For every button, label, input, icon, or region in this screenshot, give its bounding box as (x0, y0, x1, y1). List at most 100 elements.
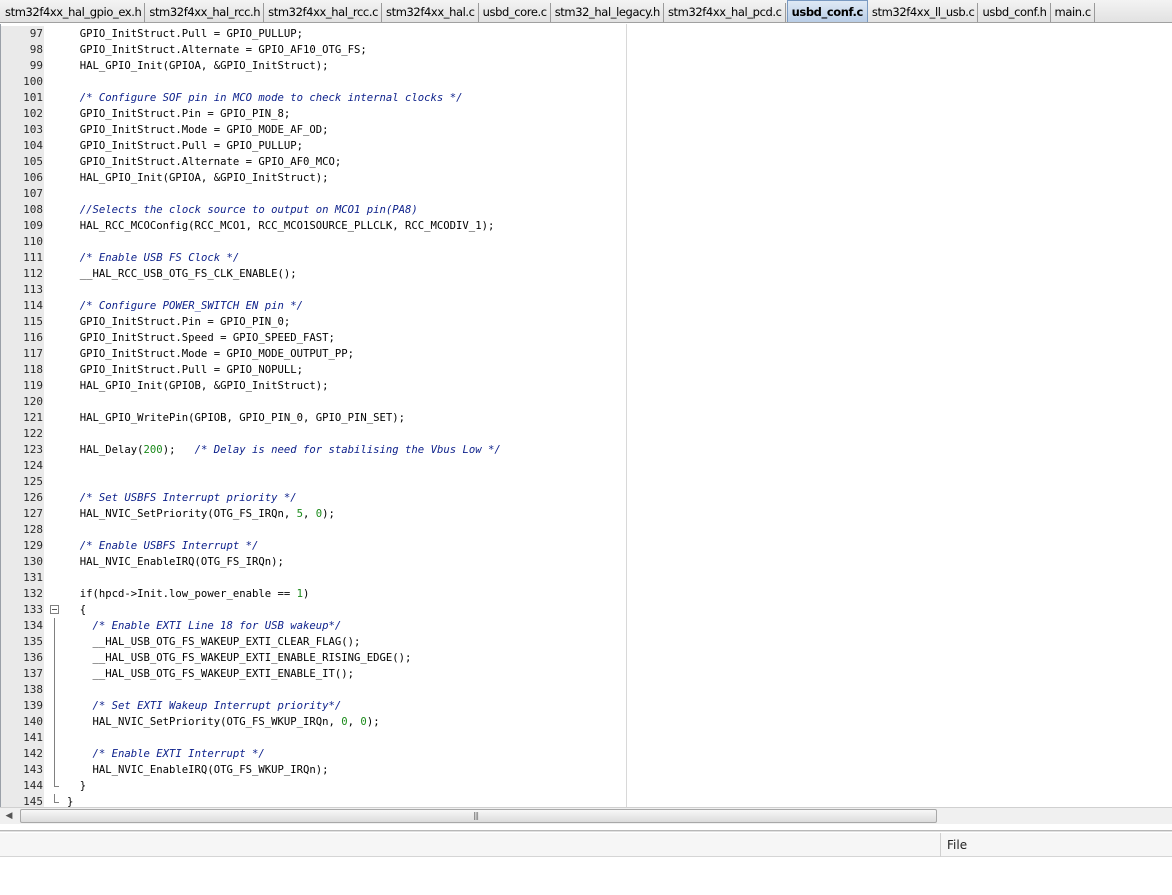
horizontal-scroll-thumb[interactable]: ||| (20, 809, 937, 823)
code-line[interactable] (67, 74, 1172, 90)
tab-stm32f4xx-hal-rcc-c[interactable]: stm32f4xx_hal_rcc.c (265, 3, 383, 22)
code-line[interactable]: GPIO_InitStruct.Alternate = GPIO_AF0_MCO… (67, 154, 1172, 170)
fold-marker (45, 618, 64, 634)
fold-marker (45, 666, 64, 682)
code-line[interactable]: /* Enable USB FS Clock */ (67, 250, 1172, 266)
code-comment: /* Configure SOF pin in MCO mode to chec… (79, 92, 463, 104)
tab-main-c[interactable]: main.c (1052, 3, 1095, 22)
code-line[interactable]: if(hpcd->Init.low_power_enable == 1) (67, 586, 1172, 602)
code-line[interactable] (67, 458, 1172, 474)
fold-marker (45, 26, 64, 42)
horizontal-scrollbar[interactable]: ◀ ||| (0, 807, 1172, 824)
code-line[interactable]: HAL_NVIC_EnableIRQ(OTG_FS_WKUP_IRQn); (67, 762, 1172, 778)
tab-stm32f4xx-hal-gpio-ex-h[interactable]: stm32f4xx_hal_gpio_ex.h (2, 3, 146, 22)
line-number: 116 (23, 331, 43, 344)
code-line[interactable]: GPIO_InitStruct.Pull = GPIO_PULLUP; (67, 138, 1172, 154)
code-text: GPIO_InitStruct.Pin = GPIO_PIN_8; (67, 108, 291, 120)
fold-marker[interactable] (45, 602, 64, 618)
code-text: HAL_NVIC_EnableIRQ(OTG_FS_IRQn); (67, 556, 284, 568)
scroll-left-arrow-icon[interactable]: ◀ (2, 810, 16, 823)
fold-line-icon (54, 746, 55, 762)
code-comment: /* Set EXTI Wakeup Interrupt priority*/ (92, 700, 342, 712)
code-line[interactable]: HAL_GPIO_Init(GPIOA, &GPIO_InitStruct); (67, 170, 1172, 186)
code-comment: /* Delay is need for stabilising the Vbu… (194, 444, 501, 456)
tab-stm32f4xx-hal-pcd-c[interactable]: stm32f4xx_hal_pcd.c (665, 3, 786, 22)
code-line[interactable]: /* Configure POWER_SWITCH EN pin */ (67, 298, 1172, 314)
fold-marker (45, 298, 64, 314)
tab-usbd-conf-c[interactable]: usbd_conf.c (786, 0, 868, 22)
code-line[interactable]: /* Configure SOF pin in MCO mode to chec… (67, 90, 1172, 106)
code-line[interactable] (67, 730, 1172, 746)
code-text: __HAL_USB_OTG_FS_WAKEUP_EXTI_ENABLE_RISI… (67, 652, 412, 664)
code-line[interactable]: /* Set EXTI Wakeup Interrupt priority*/ (67, 698, 1172, 714)
code-comment: /* Configure POWER_SWITCH EN pin */ (79, 300, 303, 312)
code-line[interactable]: } (67, 794, 1172, 807)
fold-line-icon (54, 682, 55, 698)
code-text: HAL_NVIC_EnableIRQ(OTG_FS_WKUP_IRQn); (67, 764, 329, 776)
code-editor[interactable]: 97 98 99 100 101 102 103 104 105 106 107 108 109 110 1… (0, 24, 1172, 807)
code-line[interactable]: GPIO_InitStruct.Pull = GPIO_PULLUP; (67, 26, 1172, 42)
code-text: ); (162, 444, 195, 456)
code-line[interactable]: __HAL_RCC_USB_OTG_FS_CLK_ENABLE(); (67, 266, 1172, 282)
code-line[interactable]: HAL_RCC_MCOConfig(RCC_MCO1, RCC_MCO1SOUR… (67, 218, 1172, 234)
code-line[interactable]: __HAL_USB_OTG_FS_WAKEUP_EXTI_CLEAR_FLAG(… (67, 634, 1172, 650)
code-line[interactable]: GPIO_InitStruct.Pin = GPIO_PIN_8; (67, 106, 1172, 122)
code-line[interactable]: GPIO_InitStruct.Alternate = GPIO_AF10_OT… (67, 42, 1172, 58)
panel-splitter[interactable] (0, 830, 1172, 832)
code-line[interactable]: HAL_NVIC_SetPriority(OTG_FS_WKUP_IRQn, 0… (67, 714, 1172, 730)
code-line[interactable]: //Selects the clock source to output on … (67, 202, 1172, 218)
code-line[interactable] (67, 570, 1172, 586)
code-line[interactable]: GPIO_InitStruct.Pull = GPIO_NOPULL; (67, 362, 1172, 378)
code-comment: /* Set USBFS Interrupt priority */ (79, 492, 297, 504)
code-line[interactable]: HAL_NVIC_EnableIRQ(OTG_FS_IRQn); (67, 554, 1172, 570)
fold-line-icon (54, 650, 55, 666)
code-line[interactable]: __HAL_USB_OTG_FS_WAKEUP_EXTI_ENABLE_IT()… (67, 666, 1172, 682)
code-line[interactable] (67, 474, 1172, 490)
code-line[interactable]: } (67, 778, 1172, 794)
tab-stm32-hal-legacy-h[interactable]: stm32_hal_legacy.h (552, 3, 664, 22)
code-line[interactable]: GPIO_InitStruct.Mode = GPIO_MODE_AF_OD; (67, 122, 1172, 138)
tab-stm32f4xx-hal-rcc-h[interactable]: stm32f4xx_hal_rcc.h (146, 3, 265, 22)
code-line[interactable]: /* Enable USBFS Interrupt */ (67, 538, 1172, 554)
fold-marker (45, 730, 64, 746)
collapse-fold-icon[interactable] (50, 605, 59, 614)
code-text: GPIO_InitStruct.Pull = GPIO_PULLUP; (67, 28, 303, 40)
code-line[interactable]: { (67, 602, 1172, 618)
code-text: HAL_NVIC_SetPriority(OTG_FS_IRQn, (67, 508, 297, 520)
code-line[interactable] (67, 186, 1172, 202)
fold-marker (45, 314, 64, 330)
file-column-header[interactable]: File (947, 833, 967, 857)
tab-stm32f4xx-ll-usb-c[interactable]: stm32f4xx_ll_usb.c (869, 3, 979, 22)
fold-end-icon (54, 794, 59, 803)
code-line[interactable]: HAL_GPIO_Init(GPIOB, &GPIO_InitStruct); (67, 378, 1172, 394)
code-line[interactable] (67, 234, 1172, 250)
code-line[interactable] (67, 282, 1172, 298)
tab-stm32f4xx-hal-c[interactable]: stm32f4xx_hal.c (383, 3, 479, 22)
code-line[interactable]: GPIO_InitStruct.Pin = GPIO_PIN_0; (67, 314, 1172, 330)
code-line[interactable] (67, 522, 1172, 538)
code-comment: //Selects the clock source to output on … (79, 204, 418, 216)
tab-usbd-conf-h[interactable]: usbd_conf.h (979, 3, 1051, 22)
code-line[interactable] (67, 426, 1172, 442)
code-text-area[interactable]: GPIO_InitStruct.Pull = GPIO_PULLUP; GPIO… (67, 26, 1172, 807)
code-line[interactable]: HAL_GPIO_Init(GPIOA, &GPIO_InitStruct); (67, 58, 1172, 74)
code-line[interactable]: /* Set USBFS Interrupt priority */ (67, 490, 1172, 506)
code-line[interactable] (67, 682, 1172, 698)
code-line[interactable]: GPIO_InitStruct.Speed = GPIO_SPEED_FAST; (67, 330, 1172, 346)
code-line[interactable]: HAL_GPIO_WritePin(GPIOB, GPIO_PIN_0, GPI… (67, 410, 1172, 426)
code-text: GPIO_InitStruct.Alternate = GPIO_AF0_MCO… (67, 156, 342, 168)
code-text: , (347, 716, 361, 728)
tab-usbd-core-c[interactable]: usbd_core.c (480, 3, 551, 22)
code-line[interactable]: GPIO_InitStruct.Mode = GPIO_MODE_OUTPUT_… (67, 346, 1172, 362)
code-line[interactable]: __HAL_USB_OTG_FS_WAKEUP_EXTI_ENABLE_RISI… (67, 650, 1172, 666)
fold-margin[interactable] (45, 26, 64, 807)
line-number: 125 (23, 475, 43, 488)
code-line[interactable]: /* Enable EXTI Line 18 for USB wakeup*/ (67, 618, 1172, 634)
code-line[interactable]: /* Enable EXTI Interrupt */ (67, 746, 1172, 762)
code-line[interactable] (67, 394, 1172, 410)
code-line[interactable]: HAL_Delay(200); /* Delay is need for sta… (67, 442, 1172, 458)
fold-marker (45, 394, 64, 410)
code-line[interactable]: HAL_NVIC_SetPriority(OTG_FS_IRQn, 5, 0); (67, 506, 1172, 522)
column-separator[interactable] (940, 833, 941, 857)
